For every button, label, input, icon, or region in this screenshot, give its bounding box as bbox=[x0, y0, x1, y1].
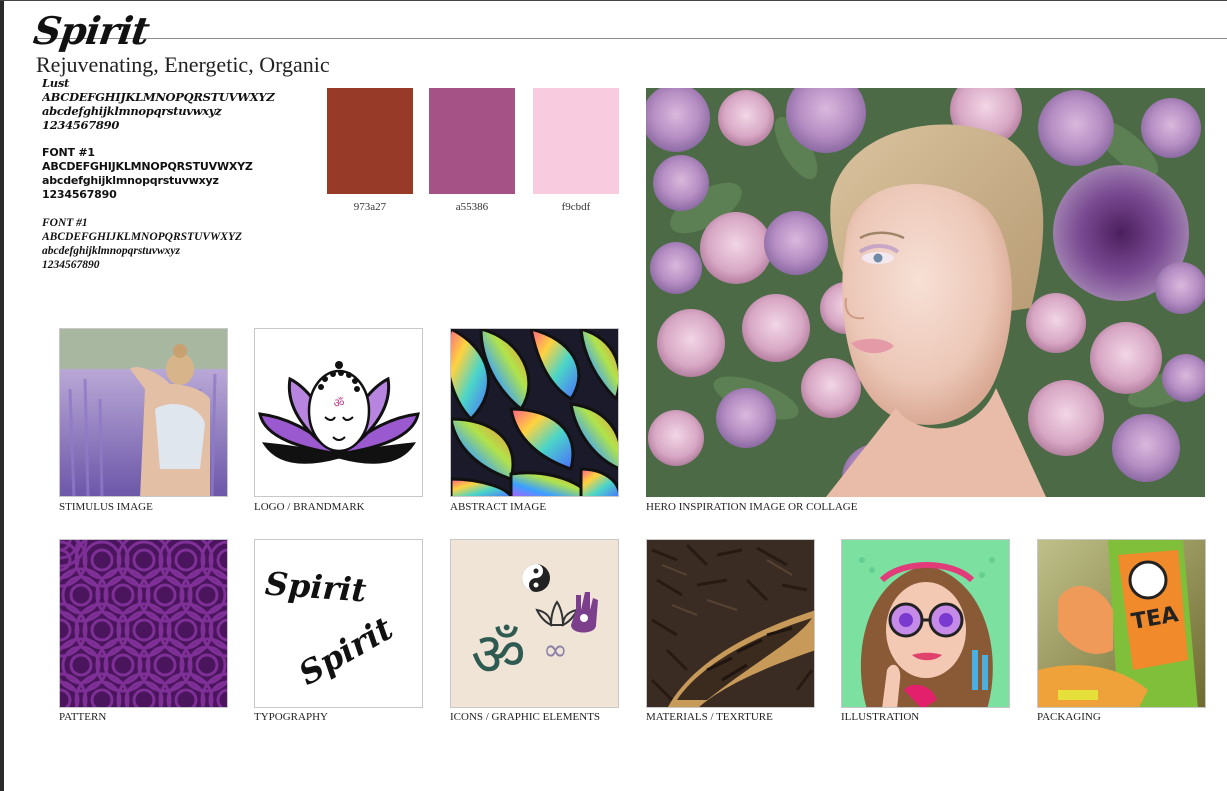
color-swatch-1-label: 973a27 bbox=[353, 201, 387, 213]
caption-pattern: PATTERN bbox=[59, 711, 107, 723]
caption-typography: TYPOGRAPHY bbox=[254, 711, 328, 723]
caption-hero: HERO INSPIRATION IMAGE OR COLLAGE bbox=[646, 501, 858, 513]
font-specimens: Lust ABCDEFGHIJKLMNOPQRSTUVWXYZ abcdefgh… bbox=[42, 76, 292, 286]
packaging-tile: TEA bbox=[1037, 539, 1206, 708]
font-name: FONT #1 bbox=[42, 217, 88, 229]
caption-abstract: ABSTRACT IMAGE bbox=[450, 501, 547, 513]
font-specimen-lust: Lust ABCDEFGHIJKLMNOPQRSTUVWXYZ abcdefgh… bbox=[42, 76, 292, 132]
logo-brandmark: ॐ bbox=[254, 328, 423, 497]
color-swatch-3-label: f9cbdf bbox=[561, 201, 591, 213]
illustration-tile bbox=[841, 539, 1010, 708]
caption-logo: LOGO / BRANDMARK bbox=[254, 501, 365, 513]
font-uppercase: ABCDEFGHIJKLMNOPQRSTUVWXYZ bbox=[42, 160, 253, 173]
typography-sample-2: Spirit bbox=[292, 609, 400, 693]
header-rule bbox=[34, 38, 1227, 39]
font-uppercase: ABCDEFGHIJKLMNOPQRSTUVWXYZ bbox=[42, 90, 275, 104]
color-swatch-2-label: a55386 bbox=[455, 201, 489, 213]
font-lowercase: abcdefghijklmnopqrstuvwxyz bbox=[42, 104, 222, 118]
icons-graphic-elements: ॐ ∞ bbox=[450, 539, 619, 708]
font-uppercase: ABCDEFGHIJKLMNOPQRSTUVWXYZ bbox=[42, 231, 243, 243]
brand-subtitle: Rejuvenating, Energetic, Organic bbox=[36, 52, 330, 77]
caption-materials: MATERIALS / TEXRTURE bbox=[646, 711, 773, 723]
font-digits: 1234567890 bbox=[42, 118, 120, 132]
font-digits: 1234567890 bbox=[42, 259, 100, 271]
font-name: FONT #1 bbox=[42, 146, 95, 159]
caption-stimulus: STIMULUS IMAGE bbox=[59, 501, 153, 513]
font-lowercase: abcdefghijklmnopqrstuvwxyz bbox=[42, 245, 181, 257]
svg-text:ॐ: ॐ bbox=[334, 396, 345, 410]
materials-texture bbox=[646, 539, 815, 708]
color-swatch-2 bbox=[429, 88, 515, 194]
stimulus-image bbox=[59, 328, 228, 497]
hero-image bbox=[646, 88, 1205, 497]
font-name: Lust bbox=[42, 76, 70, 90]
om-icon: ॐ bbox=[471, 620, 526, 690]
infinity-icon: ∞ bbox=[543, 633, 568, 668]
font-specimen-1: FONT #1 ABCDEFGHIJKLMNOPQRSTUVWXYZ abcde… bbox=[42, 146, 292, 202]
caption-illustration: ILLUSTRATION bbox=[841, 711, 920, 723]
typography-sample-1: Spirit bbox=[263, 564, 368, 610]
page-frame-left bbox=[0, 0, 4, 791]
caption-icons: ICONS / GRAPHIC ELEMENTS bbox=[450, 711, 601, 723]
pattern-tile bbox=[59, 539, 228, 708]
typography-tile: Spirit Spirit bbox=[254, 539, 423, 708]
font-lowercase: abcdefghijklmnopqrstuvwxyz bbox=[42, 174, 219, 187]
color-swatch-1 bbox=[327, 88, 413, 194]
page-frame-top bbox=[0, 0, 1227, 1]
brand-title: Spirit bbox=[30, 8, 152, 53]
caption-packaging: PACKAGING bbox=[1037, 711, 1101, 723]
font-digits: 1234567890 bbox=[42, 188, 117, 201]
abstract-image bbox=[450, 328, 619, 497]
color-swatch-3 bbox=[533, 88, 619, 194]
font-specimen-2: FONT #1 ABCDEFGHIJKLMNOPQRSTUVWXYZ abcde… bbox=[42, 216, 292, 272]
